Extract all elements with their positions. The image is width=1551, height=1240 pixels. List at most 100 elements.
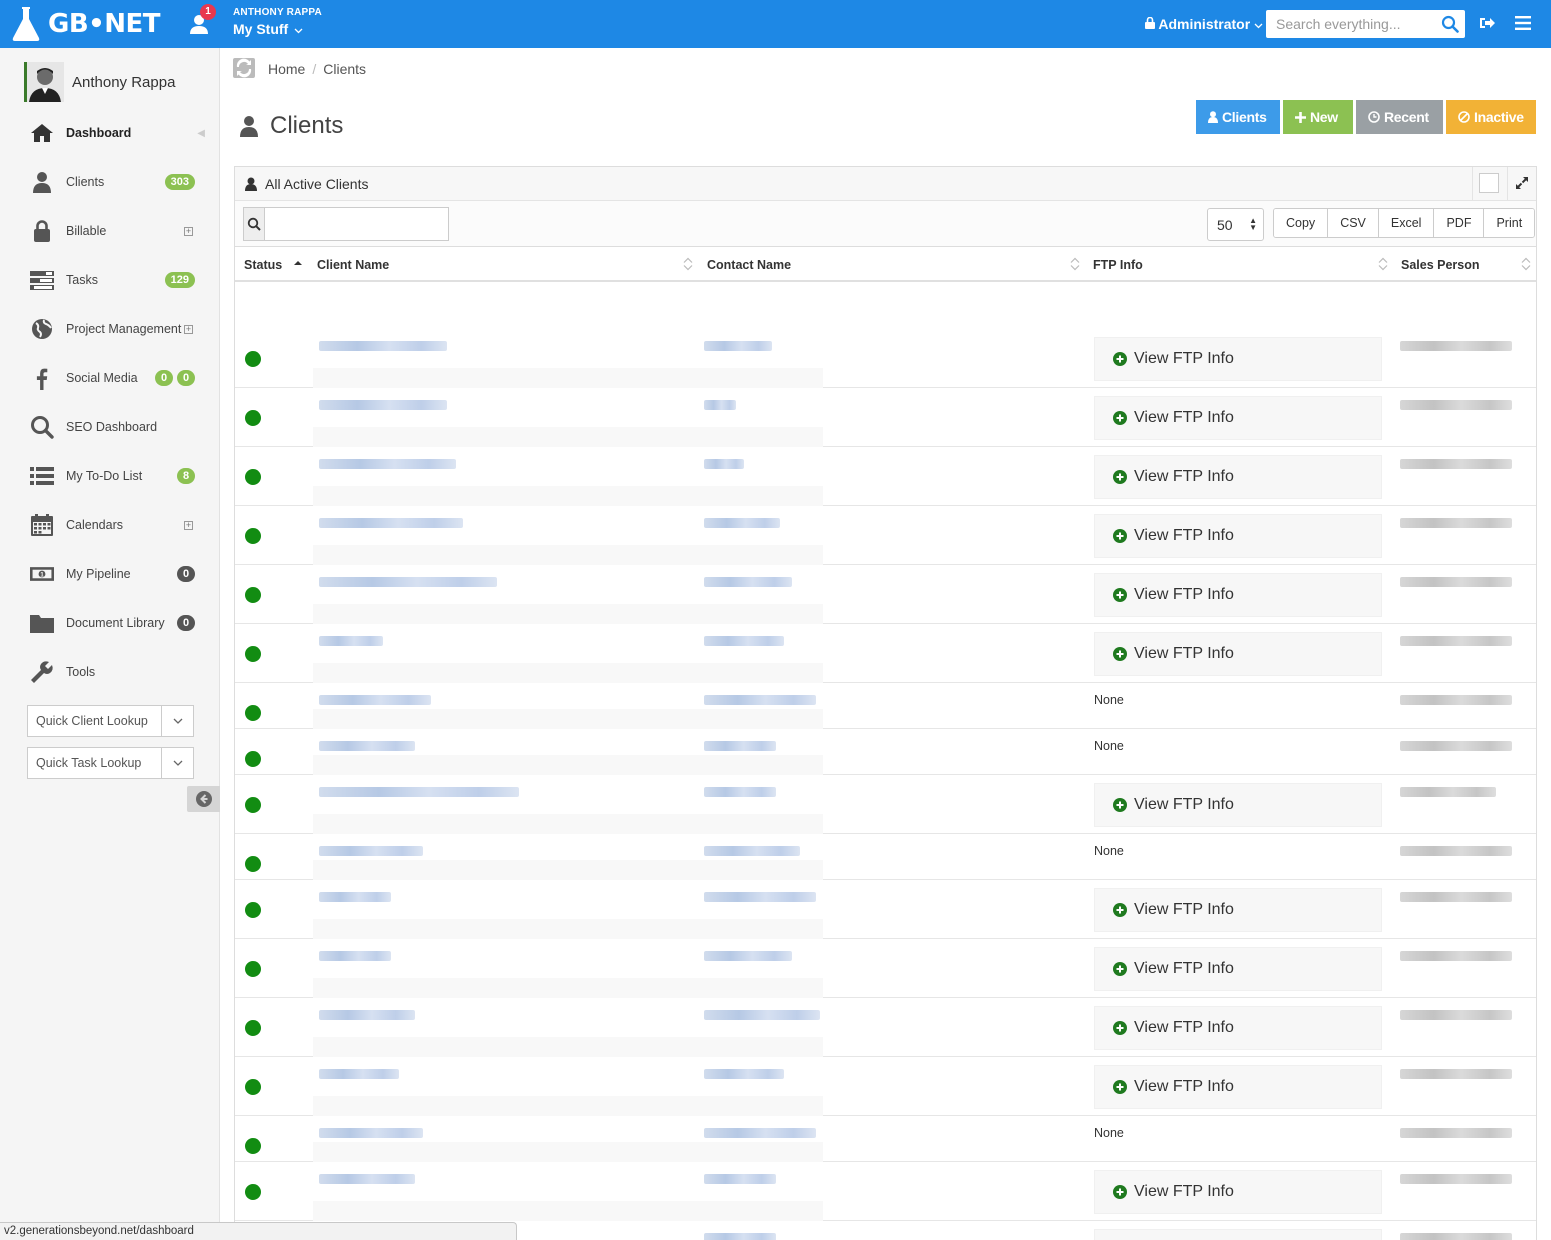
inactive-button[interactable]: Inactive xyxy=(1446,100,1536,134)
sidebar-item-project-management[interactable]: Project Management + xyxy=(0,314,219,344)
client-name-redacted[interactable] xyxy=(319,695,431,705)
table-row[interactable]: View FTP Info xyxy=(235,624,1536,683)
column-header-sales-person[interactable]: Sales Person xyxy=(1401,258,1480,272)
sidebar-item-calendars[interactable]: Calendars + xyxy=(0,510,219,540)
client-name-redacted[interactable] xyxy=(319,1069,399,1079)
sort-both-icon[interactable] xyxy=(1378,257,1388,271)
column-header-client-name[interactable]: Client Name xyxy=(317,258,389,272)
column-header-status[interactable]: Status xyxy=(244,258,282,272)
sidebar-item-clients[interactable]: Clients 303 xyxy=(0,167,219,197)
sort-both-icon[interactable] xyxy=(1070,257,1080,271)
sidebar-item-tasks[interactable]: Tasks 129 xyxy=(0,265,219,295)
client-name-redacted[interactable] xyxy=(319,846,423,856)
user-menu[interactable]: ANTHONY RAPPA My Stuff xyxy=(233,7,322,37)
breadcrumb-home-link[interactable]: Home xyxy=(268,61,305,77)
sort-both-icon[interactable] xyxy=(683,257,693,271)
copy-button[interactable]: Copy xyxy=(1274,209,1329,237)
view-ftp-info-button[interactable]: View FTP Info xyxy=(1094,947,1382,991)
view-ftp-info-button[interactable]: View FTP Info xyxy=(1094,1229,1382,1240)
sidebar-item-document-library[interactable]: Document Library 0 xyxy=(0,608,219,638)
expand-icon[interactable]: + xyxy=(184,324,193,334)
view-ftp-info-button[interactable]: View FTP Info xyxy=(1094,632,1382,676)
sidebar-profile[interactable]: Anthony Rappa xyxy=(24,62,175,102)
expand-icon[interactable]: + xyxy=(184,520,193,530)
client-name-redacted[interactable] xyxy=(319,341,447,351)
table-row[interactable]: View FTP Info xyxy=(235,329,1536,388)
view-ftp-info-button[interactable]: View FTP Info xyxy=(1094,888,1382,932)
csv-button[interactable]: CSV xyxy=(1328,209,1379,237)
recent-button[interactable]: Recent xyxy=(1356,100,1443,134)
hamburger-menu-icon[interactable] xyxy=(1515,16,1531,30)
new-client-button[interactable]: New xyxy=(1283,100,1353,134)
search-icon[interactable] xyxy=(1441,15,1459,33)
table-row[interactable]: View FTP Info xyxy=(235,998,1536,1057)
quick-client-lookup[interactable]: Quick Client Lookup xyxy=(27,705,194,737)
sign-out-icon[interactable] xyxy=(1479,15,1495,31)
table-row[interactable]: View FTP Info xyxy=(235,388,1536,447)
sidebar-item-billable[interactable]: Billable + xyxy=(0,216,219,246)
pdf-button[interactable]: PDF xyxy=(1434,209,1485,237)
sidebar-item-social-media[interactable]: Social Media 0 0 xyxy=(0,363,219,393)
client-name-redacted[interactable] xyxy=(319,577,497,587)
client-name-redacted[interactable] xyxy=(319,892,391,902)
column-header-contact-name[interactable]: Contact Name xyxy=(707,258,791,272)
table-row[interactable]: View FTP Info xyxy=(235,565,1536,624)
sidebar-item-my-pipeline[interactable]: 1 My Pipeline 0 xyxy=(0,559,219,589)
view-ftp-info-button[interactable]: View FTP Info xyxy=(1094,396,1382,440)
client-name-redacted[interactable] xyxy=(319,1174,415,1184)
clients-button[interactable]: Clients xyxy=(1196,100,1280,134)
view-ftp-info-button[interactable]: View FTP Info xyxy=(1094,455,1382,499)
client-name-redacted[interactable] xyxy=(319,741,415,751)
view-ftp-info-button[interactable]: View FTP Info xyxy=(1094,337,1382,381)
expand-icon[interactable]: + xyxy=(184,226,193,236)
expand-icon[interactable] xyxy=(1515,176,1529,190)
page-size-select[interactable]: 50 ▲ ▼ xyxy=(1207,208,1264,241)
administrator-dropdown[interactable]: Administrator xyxy=(1145,16,1263,32)
app-logo[interactable]: GB•NET xyxy=(12,6,161,42)
column-header-ftp-info[interactable]: FTP Info xyxy=(1093,258,1143,272)
panel-checkbox[interactable] xyxy=(1479,173,1499,193)
client-name-redacted[interactable] xyxy=(319,400,447,410)
table-row[interactable]: View FTP Info xyxy=(235,447,1536,506)
table-row[interactable]: None xyxy=(235,729,1536,775)
table-row[interactable]: View FTP Info xyxy=(235,880,1536,939)
table-row[interactable]: View FTP Info xyxy=(235,1057,1536,1116)
sort-both-icon[interactable] xyxy=(1521,257,1531,271)
view-ftp-info-button[interactable]: View FTP Info xyxy=(1094,573,1382,617)
table-row[interactable]: None xyxy=(235,834,1536,880)
sort-asc-icon[interactable] xyxy=(293,259,303,273)
sidebar-item-seo-dashboard[interactable]: SEO Dashboard xyxy=(0,412,219,442)
view-ftp-info-button[interactable]: View FTP Info xyxy=(1094,783,1382,827)
sidebar-item-dashboard[interactable]: Dashboard ◀ xyxy=(0,118,219,148)
sidebar-collapse-button[interactable] xyxy=(187,786,220,812)
client-name-redacted[interactable] xyxy=(319,459,456,469)
client-name-redacted[interactable] xyxy=(319,1128,423,1138)
client-name-redacted[interactable] xyxy=(319,787,519,797)
chevron-down-icon[interactable] xyxy=(161,706,193,736)
quick-task-lookup[interactable]: Quick Task Lookup xyxy=(27,747,194,779)
table-row[interactable]: View FTP Info xyxy=(235,506,1536,565)
view-ftp-info-button[interactable]: View FTP Info xyxy=(1094,1065,1382,1109)
client-name-redacted[interactable] xyxy=(319,518,463,528)
view-ftp-info-button[interactable]: View FTP Info xyxy=(1094,1006,1382,1050)
refresh-button[interactable] xyxy=(233,58,255,78)
client-name-redacted[interactable] xyxy=(319,636,383,646)
table-row[interactable]: View FTP Info xyxy=(235,775,1536,834)
my-stuff-dropdown[interactable]: My Stuff xyxy=(233,21,322,37)
table-row[interactable]: None xyxy=(235,683,1536,729)
excel-button[interactable]: Excel xyxy=(1378,209,1435,237)
global-search-input[interactable] xyxy=(1266,10,1431,38)
client-name-redacted[interactable] xyxy=(319,951,391,961)
profile-name: Anthony Rappa xyxy=(72,73,176,91)
print-button[interactable]: Print xyxy=(1484,209,1535,237)
client-name-redacted[interactable] xyxy=(319,1010,415,1020)
view-ftp-info-button[interactable]: View FTP Info xyxy=(1094,514,1382,558)
table-row[interactable]: None xyxy=(235,1116,1536,1162)
chevron-down-icon[interactable] xyxy=(161,748,193,778)
sidebar-item-todo[interactable]: My To-Do List 8 xyxy=(0,461,219,491)
table-search-input[interactable] xyxy=(265,208,448,240)
view-ftp-info-button[interactable]: View FTP Info xyxy=(1094,1170,1382,1214)
sidebar-item-tools[interactable]: Tools xyxy=(0,657,219,687)
table-row[interactable]: View FTP Info xyxy=(235,939,1536,998)
table-row[interactable]: View FTP Info xyxy=(235,1162,1536,1221)
